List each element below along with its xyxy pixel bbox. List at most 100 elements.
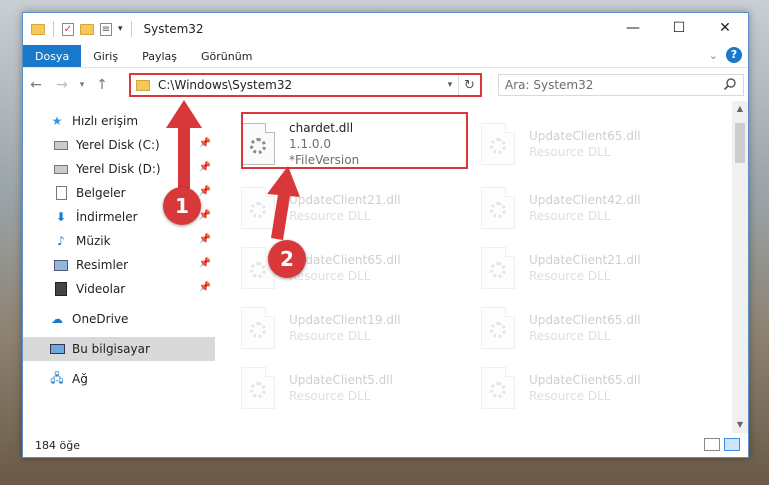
file-item[interactable]: UpdateClient21.dll Resource DLL [241, 179, 465, 237]
sidebar-item-label: Videolar [76, 282, 126, 296]
back-button[interactable]: ← [23, 77, 49, 93]
file-type: Resource DLL [289, 389, 371, 403]
refresh-button[interactable]: ↻ [458, 75, 480, 95]
dll-file-icon [241, 307, 275, 349]
star-icon: ★ [51, 114, 63, 128]
new-folder-icon[interactable] [80, 23, 94, 35]
pin-icon[interactable]: 📌 [199, 282, 211, 293]
file-type: Resource DLL [529, 145, 611, 159]
customize-icon[interactable]: ≡ [100, 22, 112, 36]
maximize-button[interactable]: ☐ [656, 13, 702, 43]
callout-badge-2: 2 [268, 240, 306, 278]
file-name: UpdateClient21.dll [289, 193, 401, 207]
vertical-scrollbar[interactable]: ▲ ▼ [732, 101, 748, 433]
sidebar-item-pictures[interactable]: Resimler 📌 [23, 253, 215, 277]
gear-icon [490, 322, 506, 338]
pin-icon[interactable]: 📌 [199, 234, 211, 245]
file-name: UpdateClient65.dll [529, 313, 641, 327]
tab-file[interactable]: Dosya [23, 45, 82, 67]
dll-file-icon [481, 307, 515, 349]
sidebar-item-videos[interactable]: Videolar 📌 [23, 277, 215, 301]
sidebar-item-label: Yerel Disk (D:) [76, 162, 161, 176]
window-controls: — ☐ ✕ [610, 13, 748, 43]
sidebar-item-quick-access[interactable]: ★ Hızlı erişim [23, 109, 215, 133]
minimize-button[interactable]: — [610, 13, 656, 43]
folder-icon[interactable] [31, 23, 45, 35]
sidebar-item-music[interactable]: ♪ Müzik 📌 [23, 229, 215, 253]
dll-file-icon [481, 247, 515, 289]
sidebar-item-this-pc[interactable]: Bu bilgisayar [23, 337, 215, 361]
gear-icon [250, 202, 266, 218]
large-icons-view-icon[interactable] [724, 438, 740, 451]
tab-view[interactable]: Görünüm [189, 45, 264, 67]
dll-file-icon [481, 187, 515, 229]
status-bar: 184 öğe [23, 433, 748, 457]
highlight-box [241, 112, 468, 169]
file-item[interactable]: UpdateClient21.dll Resource DLL [481, 239, 705, 297]
up-button[interactable]: ↑ [89, 77, 115, 93]
window-title: System32 [143, 22, 204, 36]
pin-icon[interactable]: 📌 [199, 210, 211, 221]
scroll-up-icon[interactable]: ▲ [732, 101, 748, 117]
drive-icon [53, 137, 69, 153]
folder-icon [136, 79, 150, 91]
sidebar-item-label: Resimler [76, 258, 129, 272]
title-bar: ✓ ≡ ▾ System32 — ☐ ✕ [23, 13, 748, 45]
file-item[interactable]: UpdateClient65.dll Resource DLL [481, 359, 705, 417]
sidebar-item-local-disk-c[interactable]: Yerel Disk (C:) 📌 [23, 133, 215, 157]
sidebar-item-label: Ağ [72, 372, 88, 386]
file-name: UpdateClient65.dll [529, 129, 641, 143]
pin-icon[interactable]: 📌 [199, 138, 211, 149]
sidebar-item-network[interactable]: 🖧 Ağ [23, 367, 215, 391]
close-button[interactable]: ✕ [702, 13, 748, 43]
callout-badge-1: 1 [163, 187, 201, 225]
forward-button[interactable]: → [49, 77, 75, 93]
music-icon: ♪ [57, 234, 65, 248]
dll-file-icon [481, 123, 515, 165]
search-icon[interactable] [723, 77, 737, 91]
recent-locations-button[interactable]: ▾ [75, 80, 89, 90]
sidebar-item-label: OneDrive [72, 312, 129, 326]
pin-icon[interactable]: 📌 [199, 258, 211, 269]
gear-icon [250, 322, 266, 338]
pin-icon[interactable]: 📌 [199, 162, 211, 173]
chevron-down-icon[interactable]: ▾ [118, 24, 123, 34]
sidebar-item-label: İndirmeler [76, 210, 138, 224]
file-type: Resource DLL [529, 209, 611, 223]
gear-icon [250, 382, 266, 398]
chevron-down-icon[interactable]: ▾ [442, 80, 458, 90]
file-name: UpdateClient65.dll [529, 373, 641, 387]
file-type: Resource DLL [289, 269, 371, 283]
dll-file-icon [241, 367, 275, 409]
gear-icon [490, 262, 506, 278]
details-view-icon[interactable] [704, 438, 720, 451]
file-item[interactable]: UpdateClient65.dll Resource DLL [481, 115, 705, 173]
scroll-down-icon[interactable]: ▼ [732, 417, 748, 433]
expand-ribbon-icon[interactable]: ⌄ [709, 49, 718, 62]
search-placeholder: Ara: System32 [505, 78, 594, 92]
scroll-thumb[interactable] [735, 123, 745, 163]
address-bar[interactable]: C:\Windows\System32 ▾ ↻ [129, 73, 482, 97]
documents-icon [53, 185, 69, 201]
address-text[interactable]: C:\Windows\System32 [158, 78, 442, 92]
properties-icon[interactable]: ✓ [62, 22, 74, 36]
file-item[interactable]: UpdateClient5.dll Resource DLL [241, 359, 465, 417]
ribbon-tabs: Dosya Giriş Paylaş Görünüm ⌄ ? [23, 45, 748, 67]
file-item[interactable]: UpdateClient65.dll Resource DLL [481, 299, 705, 357]
sidebar-item-onedrive[interactable]: ☁ OneDrive [23, 307, 215, 331]
tab-home[interactable]: Giriş [81, 45, 130, 67]
gear-icon [250, 262, 266, 278]
tab-share[interactable]: Paylaş [130, 45, 189, 67]
gear-icon [490, 382, 506, 398]
sidebar-item-local-disk-d[interactable]: Yerel Disk (D:) 📌 [23, 157, 215, 181]
search-input[interactable]: Ara: System32 [498, 74, 744, 96]
computer-icon [49, 341, 65, 357]
file-item[interactable]: UpdateClient19.dll Resource DLL [241, 299, 465, 357]
pin-icon[interactable]: 📌 [199, 186, 211, 197]
gear-icon [490, 202, 506, 218]
file-name: UpdateClient5.dll [289, 373, 393, 387]
body-area: ★ Hızlı erişim Yerel Disk (C:) 📌 Yerel D… [23, 101, 748, 433]
file-item[interactable]: UpdateClient42.dll Resource DLL [481, 179, 705, 237]
help-icon[interactable]: ? [726, 47, 742, 63]
explorer-window: ✓ ≡ ▾ System32 — ☐ ✕ Dosya Giriş Paylaş … [22, 12, 749, 458]
